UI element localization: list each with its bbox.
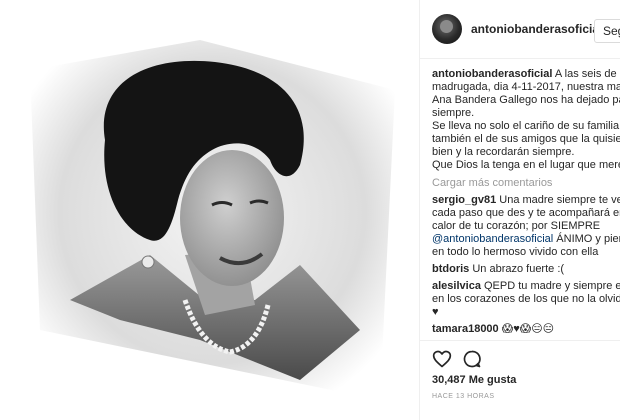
post-photo[interactable]: [0, 0, 419, 420]
caption-line: madrugada, dia 4-11-2017, nuestra madr: [432, 81, 620, 93]
comment-username[interactable]: alesilvica: [432, 280, 481, 292]
caption-line: siempre.: [432, 107, 475, 119]
post-timestamp[interactable]: HACE 13 HORAS: [432, 393, 495, 400]
post-actions: [420, 340, 620, 375]
header-username[interactable]: antoniobanderasoficial: [471, 22, 602, 36]
comment-text: cada paso que des y te acompañará en e: [432, 207, 620, 219]
comment-text: Una madre siempre te velar: [499, 194, 620, 206]
likes-count[interactable]: 30,487 Me gusta: [432, 374, 516, 386]
comment-text: ÁNIMO y piens: [556, 233, 620, 245]
caption: antoniobanderasoficial A las seis de est…: [432, 68, 620, 172]
comment-text: Un abrazo fuerte :(: [469, 263, 565, 275]
comment-item: alesilvica QEPD tu madre y siempre estar…: [432, 280, 620, 319]
comment-item: sergio_gv81 Una madre siempre te velar c…: [432, 194, 620, 259]
comment-text: QEPD tu madre y siempre estar: [483, 280, 620, 292]
post-sidebar: antoniobanderasoficial Segu antoniobande…: [420, 0, 620, 420]
instagram-post: antoniobanderasoficial Segu antoniobande…: [0, 0, 620, 420]
follow-button[interactable]: Segu: [594, 19, 620, 43]
avatar[interactable]: [432, 14, 462, 44]
post-header: antoniobanderasoficial Segu: [420, 0, 620, 59]
caption-line: bien y la recordarán siempre.: [432, 146, 575, 158]
comment-text: 😱♥😱😑😑: [498, 323, 555, 335]
caption-line: Ana Bandera Gallego nos ha dejado para: [432, 94, 620, 106]
caption-line: Que Dios la tenga en el lugar que merece: [432, 159, 620, 171]
mention-link[interactable]: @antoniobanderasoficial: [432, 233, 553, 245]
comment-text: calor de tu corazón; por SIEMPRE: [432, 220, 601, 232]
load-more-comments-link[interactable]: Cargar más comentarios: [432, 177, 620, 190]
comment-text: ♥: [432, 306, 439, 318]
comment-username[interactable]: sergio_gv81: [432, 194, 496, 206]
comment-text: en los corazones de los que no la olvida…: [432, 293, 620, 305]
comment-username[interactable]: btdoris: [432, 263, 469, 275]
comment-item: btdoris Un abrazo fuerte :(: [432, 263, 620, 276]
caption-line: Se lleva no solo el cariño de su familia…: [432, 120, 620, 132]
heart-icon[interactable]: [432, 349, 452, 369]
comments-list: antoniobanderasoficial A las seis de est…: [432, 68, 620, 336]
comment-text: en todo lo hermoso vivido con ella: [432, 246, 599, 258]
comment-bubble-icon[interactable]: [462, 349, 482, 369]
comment-username[interactable]: tamara18000: [432, 323, 499, 335]
portrait-image: [30, 40, 395, 400]
caption-username[interactable]: antoniobanderasoficial: [432, 68, 552, 80]
caption-line: también el de sus amigos que la quisiero: [432, 133, 620, 145]
caption-line: A las seis de esta: [554, 68, 620, 80]
comment-item: tamara18000 😱♥😱😑😑: [432, 323, 620, 336]
